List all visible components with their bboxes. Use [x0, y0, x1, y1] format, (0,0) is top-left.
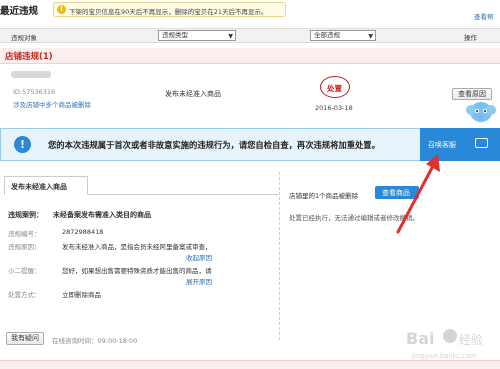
section-header: [0, 48, 500, 64]
detail-panel: [0, 172, 280, 340]
field-label: 违规原因：: [8, 243, 41, 251]
field-value: 立即删除商品: [62, 291, 101, 299]
page-title: 最近违规: [0, 6, 39, 17]
case-title: 未经备案发布需准入类目的商品: [53, 211, 151, 219]
field-label: 处置方式：: [8, 291, 41, 299]
label-object: 违规对象: [11, 34, 37, 42]
notice-banner: ! 下架的宝贝信息在90天后不再显示，删除的宝贝在21天后不再显示。: [53, 2, 286, 17]
field-label: 小二提醒：: [8, 267, 41, 275]
right-panel-info: 店铺里的1个商品被删除: [289, 192, 359, 200]
mascot-icon: [466, 96, 496, 126]
label-operation: 操作: [464, 34, 477, 42]
violation-status-select[interactable]: 全部违规 ▼: [310, 30, 376, 41]
section-title: 店铺违规(1): [5, 52, 53, 62]
related-goods-link[interactable]: 涉及店铺中多个商品被删除: [13, 99, 91, 109]
notice-text: 下架的宝贝信息在90天后不再显示，删除的宝贝在21天后不再显示。: [69, 8, 268, 16]
violation-description: 发布未经准入商品: [165, 90, 221, 98]
field-value: 2872988418: [62, 228, 104, 236]
violation-type-select[interactable]: 违规类型 ▼: [158, 30, 236, 41]
detail-tab-label: 发布未经准入商品: [11, 183, 67, 191]
chat-icon: [475, 138, 488, 148]
annotation-arrow: [396, 154, 440, 234]
expand-reason-link[interactable]: 展开原因: [186, 276, 212, 286]
svg-text:Bai: Bai: [406, 329, 434, 348]
violation-date: 2016-03-18: [315, 104, 353, 112]
detail-tab[interactable]: 发布未经准入商品: [4, 176, 88, 195]
blurred-shop-name: [11, 71, 51, 78]
info-icon: !: [14, 136, 31, 153]
collapse-reason-link[interactable]: 收起原因: [186, 252, 212, 262]
alert-text: 您的本次违规属于首次或者非故意实施的违规行为，请您自检自查，再次违规将加重处置。: [48, 140, 380, 150]
svg-text:经验: 经验: [459, 332, 483, 347]
violation-id: ID:57536316: [13, 88, 56, 96]
case-label: 违规案例：: [8, 211, 43, 219]
detail-tab-divider: [88, 194, 278, 195]
warning-icon: !: [57, 5, 66, 14]
field-label: 违规编号：: [8, 230, 41, 238]
chevron-down-icon: ▼: [228, 33, 233, 40]
watermark-logo: Bai 经验 jingyan.baidu.com: [404, 322, 496, 362]
view-all-link[interactable]: 查看帮: [474, 11, 494, 21]
chevron-down-icon: ▼: [368, 33, 373, 40]
filter-bar: [0, 28, 500, 43]
question-button[interactable]: 我有疑问: [6, 332, 44, 345]
status-stamp-label: 处置: [327, 84, 342, 93]
svg-text:jingyan.baidu.com: jingyan.baidu.com: [411, 352, 477, 360]
field-value: 您好，如果想出售需要特殊资质才能出售的商品，请: [62, 267, 212, 275]
support-hours: 在线咨询时间：09:00-18:00: [52, 337, 138, 345]
field-value: 发布未经准入商品，是指会员未经阿里备案或审查，: [62, 243, 212, 251]
